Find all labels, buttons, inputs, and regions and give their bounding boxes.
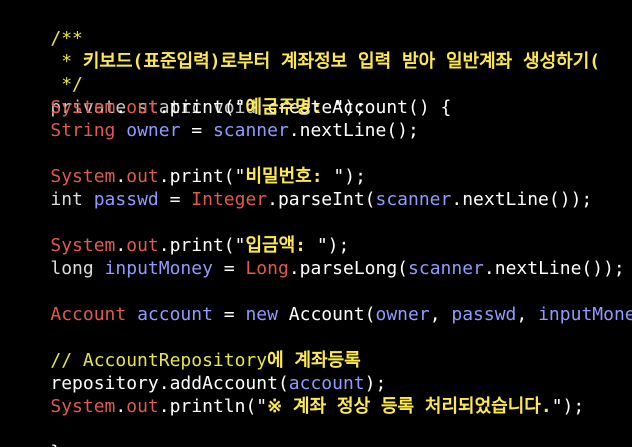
call-nextline: .nextLine(); <box>288 120 419 141</box>
method-print: print <box>169 166 224 187</box>
method-print: print <box>169 97 224 118</box>
method-print: print <box>169 235 224 256</box>
string-open: (" <box>223 166 246 187</box>
string-open: (" <box>223 235 246 256</box>
code-editor[interactable]: /** * 키보드(표준입력)로부터 계좌정보 입력 받아 일반계좌 생성하기(… <box>0 0 632 447</box>
string-close: "); <box>333 166 366 187</box>
code-line-6: String owner = scanner.nextLine(); <box>7 119 419 142</box>
arg-passwd: passwd <box>451 304 517 325</box>
field-out: out <box>126 97 159 118</box>
string-literal: 비밀번호: <box>245 166 334 187</box>
call-nextline: .nextLine()); <box>483 258 625 279</box>
class-integer: Integer <box>191 189 268 210</box>
assign-op: = <box>180 120 213 141</box>
code-line-17: repository.addAccount(account); <box>7 372 386 395</box>
string-close: "); <box>333 97 366 118</box>
arg-account: account <box>288 373 365 394</box>
type-int: int <box>50 189 83 210</box>
code-line-4: private static void createAccount() { <box>7 73 451 118</box>
assign-op: = <box>212 258 246 279</box>
dot: . <box>158 396 170 417</box>
method-signature-tail: () { <box>408 97 452 118</box>
class-system: System <box>50 235 116 256</box>
code-line-1: /** <box>7 4 83 49</box>
string-close: "); <box>316 235 350 256</box>
code-line-8: System.out.print("비밀번호: "); <box>7 165 366 188</box>
var-owner: owner <box>126 120 181 141</box>
constructor-account: Account( <box>277 304 376 325</box>
arg-inputmoney: inputMoney <box>538 304 632 325</box>
call-nextline: .nextLine()); <box>451 189 593 210</box>
string-literal: ※ 계좌 정상 등록 처리되었습니다. <box>267 396 552 417</box>
field-out: out <box>126 235 159 256</box>
call-addaccount: .addAccount( <box>158 373 289 394</box>
comma: , <box>516 304 539 325</box>
keyword-new: new <box>245 304 278 325</box>
string-literal: 예금주명: <box>245 97 334 118</box>
var-repository: repository <box>50 373 159 394</box>
type-long: long <box>50 258 94 279</box>
var-inputmoney: inputMoney <box>104 258 213 279</box>
arg-owner: owner <box>375 304 430 325</box>
inline-comment-korean: 에 계좌등록 <box>267 350 361 371</box>
class-long: Long <box>245 258 289 279</box>
call-close: ); <box>364 373 387 394</box>
dot: . <box>115 166 127 187</box>
code-line-18: System.out.println("※ 계좌 정상 등록 처리되었습니다."… <box>7 395 584 418</box>
class-system: System <box>50 97 116 118</box>
var-account: account <box>137 304 213 325</box>
dot: . <box>115 235 127 256</box>
type-string: String <box>50 120 116 141</box>
inline-comment: // AccountRepository <box>50 350 268 371</box>
assign-op: = <box>212 304 246 325</box>
call-parselong: .parseLong( <box>288 258 409 279</box>
string-close: "); <box>551 396 585 417</box>
code-line-19: } <box>7 418 61 447</box>
dot: . <box>158 97 170 118</box>
code-line-9: int passwd = Integer.parseInt(scanner.ne… <box>7 188 592 211</box>
field-out: out <box>126 396 159 417</box>
code-line-5: System.out.print("예금주명: "); <box>7 96 366 119</box>
var-passwd: passwd <box>93 189 159 210</box>
code-line-14: Account account = new Account(owner, pas… <box>7 303 632 326</box>
class-system: System <box>50 166 116 187</box>
code-line-3: */ <box>7 50 83 95</box>
type-account: Account <box>50 304 127 325</box>
code-line-2: * 키보드(표준입력)로부터 계좌정보 입력 받아 일반계좌 생성하기( <box>7 27 600 72</box>
string-open: (" <box>245 396 268 417</box>
var-scanner: scanner <box>212 120 289 141</box>
code-line-12: long inputMoney = Long.parseLong(scanner… <box>7 257 625 280</box>
code-line-16: // AccountRepository에 계좌등록 <box>7 349 361 372</box>
call-parseint: .parseInt( <box>267 189 376 210</box>
var-scanner: scanner <box>375 189 452 210</box>
string-literal: 입금액: <box>245 235 317 256</box>
class-system: System <box>50 396 116 417</box>
dot: . <box>115 396 127 417</box>
dot: . <box>158 166 170 187</box>
doc-comment-text: 키보드(표준입력)로부터 계좌정보 입력 받아 일반계좌 생성하기( <box>82 51 601 72</box>
dot: . <box>158 235 170 256</box>
dot: . <box>115 97 127 118</box>
code-line-11: System.out.print("입금액: "); <box>7 234 349 257</box>
assign-op: = <box>158 189 192 210</box>
field-out: out <box>126 166 159 187</box>
var-scanner: scanner <box>408 258 484 279</box>
comma: , <box>429 304 452 325</box>
closing-brace: } <box>50 442 61 447</box>
method-println: println <box>169 396 246 417</box>
string-open: (" <box>223 97 246 118</box>
